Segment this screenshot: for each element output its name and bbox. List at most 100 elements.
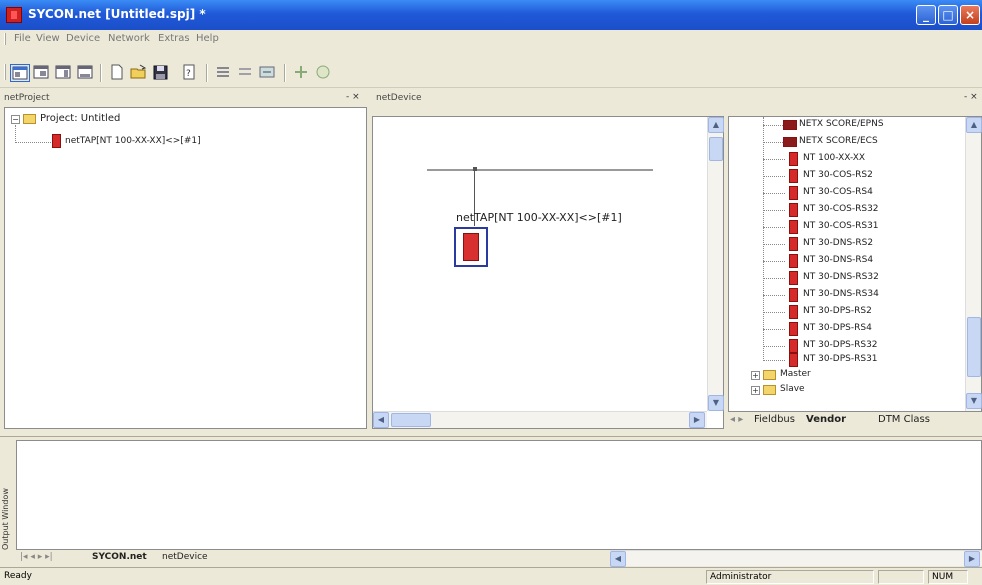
scroll-down-icon[interactable]: ▼ [966, 393, 982, 409]
tree-line [763, 261, 785, 262]
folder-icon [763, 370, 776, 380]
view-catalog-icon[interactable] [54, 64, 74, 82]
collapse-icon[interactable]: − [11, 115, 20, 124]
catalog-item[interactable]: NT 30-COS-RS31 [803, 221, 879, 231]
status-num: NUM [928, 570, 968, 584]
catalog-item[interactable]: NT 30-DPS-RS31 [803, 354, 878, 364]
device-pane-controls[interactable]: - × [964, 92, 978, 102]
catalog-item[interactable]: NT 30-DNS-RS34 [803, 289, 879, 299]
toolbar-separator [206, 64, 208, 82]
save-icon[interactable] [152, 64, 172, 82]
device-catalog-tree[interactable]: NETX SCORE/EPNS NETX SCORE/ECS NT 100-XX… [728, 116, 982, 412]
tab-sycon-net[interactable]: SYCON.net [92, 552, 147, 562]
catalog-item[interactable]: NT 30-COS-RS2 [803, 170, 873, 180]
align-icon[interactable] [214, 64, 234, 82]
scroll-right-icon[interactable]: ▶ [964, 551, 980, 567]
new-icon[interactable] [108, 64, 128, 82]
print-icon[interactable]: ? [180, 64, 200, 82]
splitter[interactable] [0, 436, 982, 437]
menu-bar: File View Device Network Extras Help [0, 30, 982, 48]
catalog-item[interactable]: NT 30-DPS-RS2 [803, 306, 872, 316]
help-icon[interactable] [292, 64, 312, 82]
catalog-item[interactable]: NT 30-COS-RS32 [803, 204, 879, 214]
nettap-device-icon [52, 134, 61, 148]
catalog-tabstrip: ◂ ▸ Fieldbus Vendor DTM Class [728, 412, 982, 429]
toolbar-grip [4, 64, 6, 80]
device-icon [789, 254, 798, 268]
scroll-thumb[interactable] [709, 137, 723, 161]
catalog-item[interactable]: NT 30-DPS-RS32 [803, 340, 878, 350]
tree-line [763, 210, 785, 211]
output-hscroll[interactable]: ◀ ▶ [610, 550, 982, 567]
view-device-icon[interactable] [32, 64, 52, 82]
tab-fieldbus[interactable]: Fieldbus [754, 414, 795, 425]
tree-line [763, 159, 785, 160]
view-project-icon[interactable] [10, 64, 30, 82]
device-icon [463, 233, 479, 261]
scroll-right-icon[interactable]: ▶ [689, 412, 705, 428]
project-pane-controls[interactable]: - × [346, 92, 360, 102]
expand-icon[interactable]: + [751, 386, 760, 395]
nettap-device-node[interactable] [454, 227, 488, 267]
status-empty [878, 570, 924, 584]
catalog-item[interactable]: NT 30-DPS-RS4 [803, 323, 872, 333]
netx-icon [783, 137, 797, 147]
open-icon[interactable] [130, 64, 150, 82]
network-vscroll[interactable]: ▲ ▼ [707, 117, 724, 411]
toolbar-separator [100, 64, 102, 82]
folder-icon [23, 114, 36, 124]
minimize-button[interactable]: _ [916, 5, 936, 25]
scroll-up-icon[interactable]: ▲ [966, 117, 982, 133]
menu-help[interactable]: Help [196, 33, 219, 44]
catalog-folder-master[interactable]: Master [780, 369, 811, 379]
tree-line [763, 193, 785, 194]
menu-network[interactable]: Network [108, 33, 150, 44]
tree-line [763, 329, 785, 330]
menu-extras[interactable]: Extras [158, 33, 190, 44]
catalog-item[interactable]: NETX SCORE/ECS [799, 136, 878, 146]
catalog-item[interactable]: NT 30-COS-RS4 [803, 187, 873, 197]
about-icon[interactable] [314, 64, 334, 82]
project-device-label[interactable]: netTAP[NT 100-XX-XX]<>[#1] [65, 136, 201, 146]
close-button[interactable]: × [960, 5, 980, 25]
output-window[interactable] [16, 440, 982, 550]
device-pane-title: netDevice [376, 93, 422, 103]
scroll-left-icon[interactable]: ◀ [610, 551, 626, 567]
tab-dtm-class[interactable]: DTM Class [878, 414, 930, 425]
menu-file[interactable]: File [14, 33, 31, 44]
tab-nav-arrows[interactable]: |◂ ◂ ▸ ▸| [20, 552, 53, 562]
scroll-thumb[interactable] [967, 317, 981, 377]
network-view[interactable]: netTAP[NT 100-XX-XX]<>[#1] ▲ ▼ ◀ ▶ [372, 116, 724, 429]
project-tree-pane[interactable]: − Project: Untitled netTAP[NT 100-XX-XX]… [4, 107, 367, 429]
folder-icon [763, 385, 776, 395]
catalog-vscroll[interactable]: ▲ ▼ [965, 117, 982, 411]
network-hscroll[interactable]: ◀ ▶ [373, 411, 707, 428]
tab-vendor[interactable]: Vendor [806, 414, 846, 425]
scroll-left-icon[interactable]: ◀ [373, 412, 389, 428]
tree-line [15, 142, 51, 143]
device-icon [789, 288, 798, 302]
catalog-item[interactable]: NT 100-XX-XX [803, 153, 865, 163]
tab-netdevice[interactable]: netDevice [162, 552, 208, 562]
tab-scroll-arrows[interactable]: ◂ ▸ [730, 414, 743, 425]
catalog-item[interactable]: NETX SCORE/EPNS [799, 119, 884, 129]
scroll-down-icon[interactable]: ▼ [708, 395, 724, 411]
expand-icon[interactable]: + [751, 371, 760, 380]
view-output-icon[interactable] [76, 64, 96, 82]
grid-icon[interactable] [236, 64, 256, 82]
svg-text:?: ? [186, 69, 191, 79]
netx-icon [783, 120, 797, 130]
network-icon[interactable] [258, 64, 278, 82]
maximize-button[interactable]: □ [938, 5, 958, 25]
tree-line [763, 346, 785, 347]
catalog-item[interactable]: NT 30-DNS-RS2 [803, 238, 873, 248]
project-root-label[interactable]: Project: Untitled [40, 113, 120, 124]
catalog-item[interactable]: NT 30-DNS-RS32 [803, 272, 879, 282]
catalog-item[interactable]: NT 30-DNS-RS4 [803, 255, 873, 265]
menu-view[interactable]: View [36, 33, 60, 44]
scroll-up-icon[interactable]: ▲ [708, 117, 724, 133]
scroll-thumb[interactable] [391, 413, 431, 427]
tree-line [15, 125, 16, 143]
catalog-folder-slave[interactable]: Slave [780, 384, 805, 394]
menu-device[interactable]: Device [66, 33, 100, 44]
